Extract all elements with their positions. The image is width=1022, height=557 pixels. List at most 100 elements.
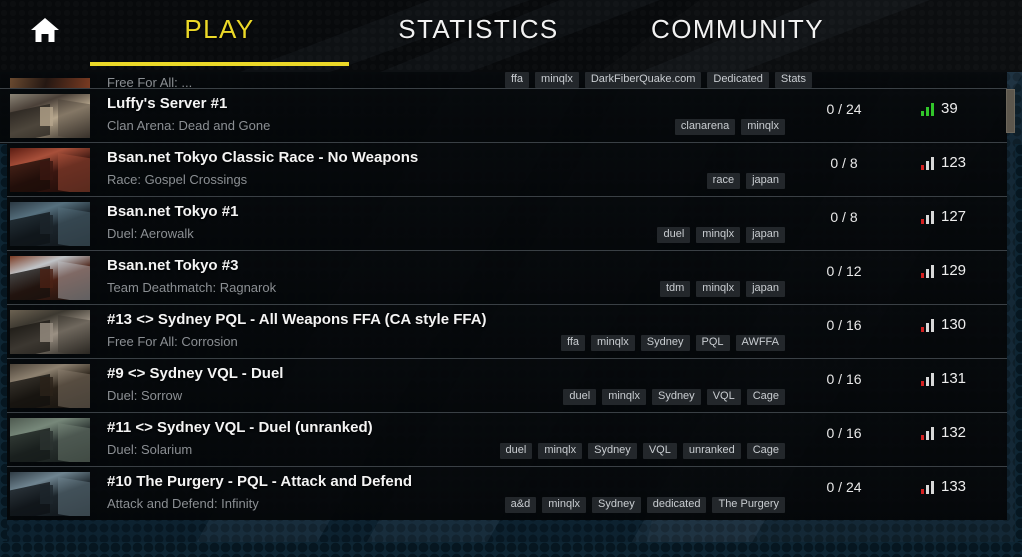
ping-cell: 127 xyxy=(903,208,1007,225)
ping-cell: 131 xyxy=(903,370,1007,387)
game-browser-window: PLAY STATISTICS COMMUNITY Free For All: … xyxy=(0,0,1022,557)
tag[interactable]: Sydney xyxy=(640,334,690,351)
server-map-name: Free For All: ... xyxy=(107,75,193,88)
ping-value: 130 xyxy=(941,316,967,333)
tag[interactable]: PQL xyxy=(695,334,730,351)
tag[interactable]: race xyxy=(706,172,741,189)
tag[interactable]: ffa xyxy=(560,334,585,351)
tab-play-label: PLAY xyxy=(184,13,255,44)
tag[interactable]: Sydney xyxy=(651,388,701,405)
ping-value: 127 xyxy=(941,208,967,225)
tag[interactable]: The Purgery xyxy=(712,496,785,513)
tag[interactable]: duel xyxy=(499,442,533,459)
tag[interactable]: minqlx xyxy=(696,226,741,243)
ping-value: 129 xyxy=(941,262,967,279)
ping-cell: 132 xyxy=(903,424,1007,441)
tab-statistics[interactable]: STATISTICS xyxy=(349,0,608,72)
tab-play[interactable]: PLAY xyxy=(90,0,349,72)
server-tags: duel minqlx japan xyxy=(657,226,785,243)
tag[interactable]: minqlx xyxy=(741,118,785,135)
server-name: Bsan.net Tokyo Classic Race - No Weapons xyxy=(107,148,419,166)
tag[interactable]: minqlx xyxy=(591,334,635,351)
server-tags: duel minqlx Sydney VQL unranked Cage xyxy=(499,442,785,459)
tag[interactable]: Cage xyxy=(746,388,785,405)
tag[interactable]: dedicated xyxy=(646,496,707,513)
table-row[interactable]: Bsan.net Tokyo Classic Race - No Weapons… xyxy=(0,142,1007,196)
tag[interactable]: minqlx xyxy=(542,496,587,513)
tag[interactable]: clanarena xyxy=(674,118,736,135)
tab-community-label: COMMUNITY xyxy=(651,13,824,44)
server-info: #13 <> Sydney PQL - All Weapons FFA (CA … xyxy=(90,310,785,354)
tag[interactable]: duel xyxy=(657,226,691,243)
signal-strength-icon xyxy=(921,480,934,494)
tab-play-active-indicator xyxy=(90,62,349,66)
map-thumbnail xyxy=(10,309,90,354)
tag[interactable]: AWFFA xyxy=(735,334,785,351)
tag[interactable]: VQL xyxy=(642,442,677,459)
table-row[interactable]: Luffy's Server #1 Clan Arena: Dead and Go… xyxy=(0,88,1007,142)
table-row[interactable]: Bsan.net Tokyo #3 Team Deathmatch: Ragnar… xyxy=(0,250,1007,304)
server-map-name: Team Deathmatch: Ragnarok xyxy=(107,279,277,295)
tag[interactable]: japan xyxy=(746,226,785,243)
tag[interactable]: Stats xyxy=(774,72,812,88)
server-info: #9 <> Sydney VQL - Duel Duel: Sorrow duel m… xyxy=(90,364,785,408)
signal-strength-icon xyxy=(921,318,934,332)
nav-home-button[interactable] xyxy=(0,0,90,72)
tag[interactable]: japan xyxy=(746,280,785,297)
tab-community[interactable]: COMMUNITY xyxy=(608,0,867,72)
tag[interactable]: tdm xyxy=(659,280,691,297)
tag[interactable]: a&d xyxy=(504,496,537,513)
tag[interactable]: minqlx xyxy=(535,72,579,88)
server-name: #10 The Purgery - PQL - Attack and Defen… xyxy=(107,472,413,490)
tag[interactable]: DarkFiberQuake.com xyxy=(584,72,702,88)
server-tags: ffa minqlx DarkFiberQuake.com Dedicated … xyxy=(505,72,812,88)
server-info: Bsan.net Tokyo Classic Race - No Weapons… xyxy=(90,148,785,192)
table-row[interactable]: #9 <> Sydney VQL - Duel Duel: Sorrow duel m… xyxy=(0,358,1007,412)
signal-strength-icon xyxy=(921,102,934,116)
server-map-name: Duel: Sorrow xyxy=(107,387,183,403)
server-tags: tdm minqlx japan xyxy=(659,280,785,297)
tag[interactable]: minqlx xyxy=(602,388,646,405)
server-info: Bsan.net Tokyo #1 Duel: Aerowalk duel minql… xyxy=(90,202,785,246)
tag[interactable]: minqlx xyxy=(696,280,741,297)
ping-cell: 133 xyxy=(903,478,1007,495)
server-list-scrollbar-thumb[interactable] xyxy=(1006,88,1015,133)
server-browser-region: Free For All: ... ffa minqlx DarkFiberQu… xyxy=(0,72,1022,557)
main-navigation-bar: PLAY STATISTICS COMMUNITY xyxy=(0,0,1022,72)
ping-value: 123 xyxy=(941,154,967,171)
ping-value: 133 xyxy=(941,478,967,495)
table-row[interactable]: #11 <> Sydney VQL - Duel (unranked) Duel:… xyxy=(0,412,1007,466)
table-row[interactable]: #13 <> Sydney PQL - All Weapons FFA (CA … xyxy=(0,304,1007,358)
tag[interactable]: japan xyxy=(746,172,785,189)
list-item-clipped[interactable]: Free For All: ... ffa minqlx DarkFiberQu… xyxy=(0,72,1007,88)
player-count: 0 / 24 xyxy=(826,478,862,495)
tag[interactable]: Sydney xyxy=(592,496,641,513)
ping-value: 131 xyxy=(941,370,967,387)
tag[interactable]: ffa xyxy=(505,72,530,88)
tag[interactable]: duel xyxy=(563,388,597,405)
player-count: 0 / 16 xyxy=(826,424,862,441)
ping-cell: 129 xyxy=(903,262,1007,279)
table-row[interactable]: #10 The Purgery - PQL - Attack and Defen… xyxy=(0,466,1007,520)
signal-strength-icon xyxy=(921,372,934,386)
tag[interactable]: Cage xyxy=(746,442,785,459)
tag[interactable]: minqlx xyxy=(538,442,583,459)
tag[interactable]: Dedicated xyxy=(707,72,769,88)
tag[interactable]: Sydney xyxy=(588,442,637,459)
ping-cell: 123 xyxy=(903,154,1007,171)
server-name: #13 <> Sydney PQL - All Weapons FFA (CA … xyxy=(107,310,487,328)
server-rows-container: Luffy's Server #1 Clan Arena: Dead and Go… xyxy=(0,88,1007,520)
right-gutter-texture xyxy=(1015,144,1022,557)
server-tags: clanarena minqlx xyxy=(674,118,785,135)
server-list[interactable]: Free For All: ... ffa minqlx DarkFiberQu… xyxy=(0,72,1007,520)
player-count: 0 / 16 xyxy=(826,370,862,387)
left-gutter-texture xyxy=(0,144,7,557)
server-list-scrollbar-track[interactable] xyxy=(1006,72,1015,557)
signal-strength-icon xyxy=(921,264,934,278)
player-count: 0 / 16 xyxy=(826,316,862,333)
signal-strength-icon xyxy=(921,210,934,224)
server-map-name: Clan Arena: Dead and Gone xyxy=(107,117,271,133)
tag[interactable]: unranked xyxy=(682,442,741,459)
tag[interactable]: VQL xyxy=(706,388,741,405)
table-row[interactable]: Bsan.net Tokyo #1 Duel: Aerowalk duel minql… xyxy=(0,196,1007,250)
